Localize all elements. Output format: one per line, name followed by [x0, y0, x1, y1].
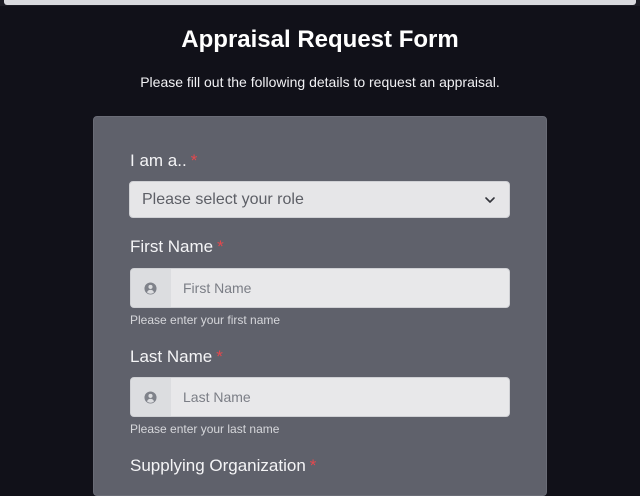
required-mark: * [309, 456, 317, 475]
chevron-down-icon [485, 197, 495, 203]
top-bar-strip [4, 0, 636, 5]
required-mark: * [216, 347, 223, 366]
first-name-label-text: First Name [130, 237, 214, 256]
last-name-help: Please enter your last name [130, 422, 280, 436]
role-select-value: Please select your role [142, 191, 304, 208]
organization-label: Supplying Organization * [130, 456, 316, 476]
required-mark: * [217, 237, 224, 256]
page-subtitle: Please fill out the following details to… [140, 74, 500, 90]
last-name-addon [131, 378, 171, 416]
required-mark: * [190, 151, 198, 170]
user-circle-icon [144, 391, 157, 404]
first-name-addon [131, 269, 171, 307]
role-label: I am a.. * [130, 151, 197, 171]
first-name-label: First Name * [130, 237, 224, 257]
organization-label-text: Supplying Organization [130, 456, 306, 475]
top-bar [0, 0, 640, 6]
first-name-input[interactable] [171, 269, 509, 307]
first-name-help: Please enter your first name [130, 313, 281, 327]
last-name-label-text: Last Name [130, 347, 213, 366]
page-title: Appraisal Request Form [181, 26, 459, 53]
last-name-input-group [130, 377, 510, 417]
role-select[interactable]: Please select your role [129, 181, 510, 218]
user-circle-icon [144, 282, 157, 295]
last-name-input[interactable] [171, 378, 509, 416]
first-name-input-group [130, 268, 510, 308]
role-label-text: I am a.. [130, 151, 187, 170]
last-name-label: Last Name * [130, 347, 223, 367]
